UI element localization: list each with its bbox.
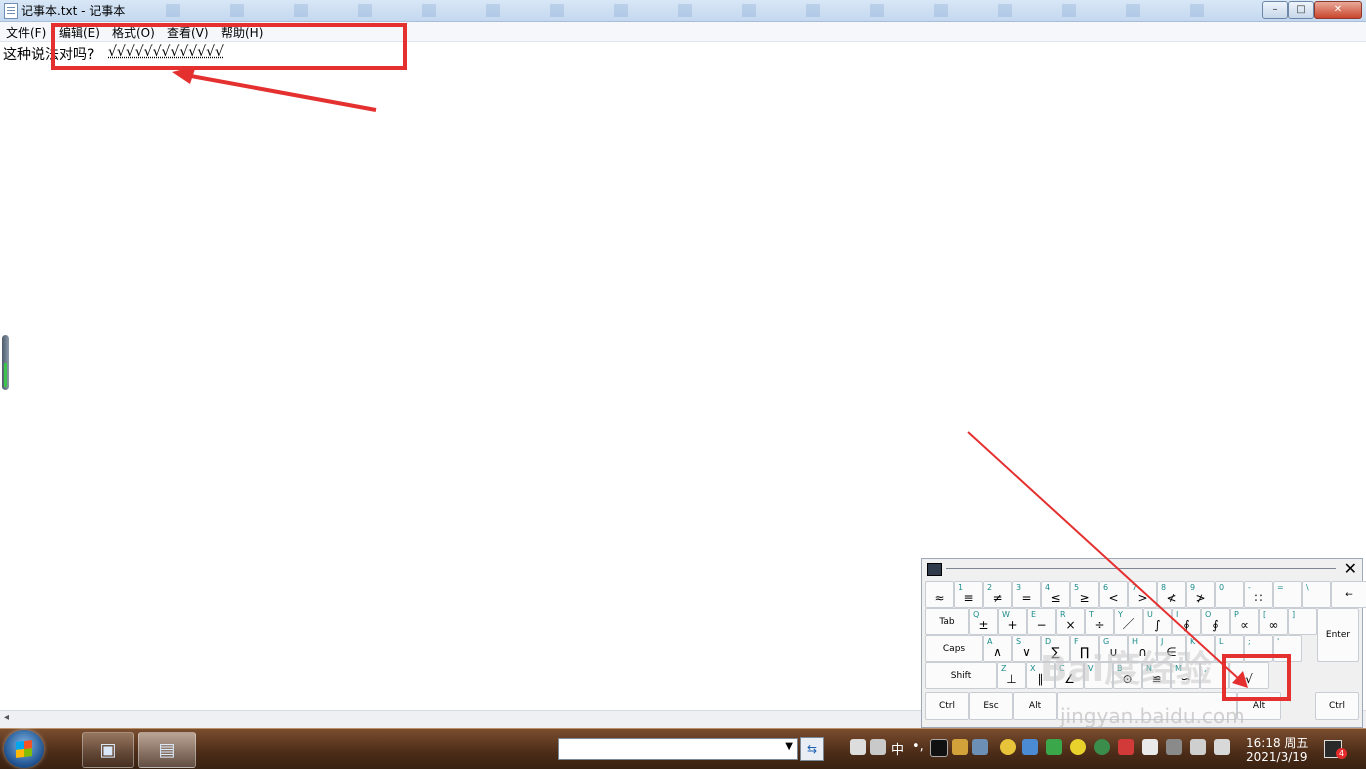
arrow-head-top	[172, 66, 196, 84]
security-shield-icon[interactable]	[1046, 739, 1062, 755]
windows-logo-icon	[16, 740, 32, 758]
notepad-taskbar-icon: ▤	[158, 739, 176, 761]
speaker-mute-icon[interactable]	[1118, 739, 1134, 755]
clock-date[interactable]: 2021/3/19	[1246, 750, 1308, 764]
ime-chinese-indicator[interactable]: 中	[891, 739, 904, 758]
monitor-icon: ▣	[99, 739, 117, 761]
ime-settings-icon[interactable]	[972, 739, 988, 755]
start-button[interactable]	[4, 730, 44, 768]
network-globe-icon[interactable]	[1094, 739, 1110, 755]
app-tray-icon[interactable]	[1022, 739, 1038, 755]
ime-toolbar-icon[interactable]	[850, 739, 866, 755]
taskbar-app-control-panel[interactable]: ▣	[82, 732, 134, 768]
ime-tool-icon[interactable]	[952, 739, 968, 755]
power-plug-icon[interactable]	[1166, 739, 1182, 755]
soft-keyboard-icon[interactable]	[930, 739, 948, 757]
action-center-flag-icon[interactable]	[1142, 739, 1158, 755]
volume-icon[interactable]	[1214, 739, 1230, 755]
add-icon[interactable]	[1070, 739, 1086, 755]
signal-bars-icon[interactable]	[1190, 739, 1206, 755]
notification-badge: 4	[1336, 748, 1347, 759]
go-button[interactable]: ⇆	[800, 737, 824, 761]
ime-mode-icon[interactable]	[870, 739, 886, 755]
address-input[interactable]: ▼	[558, 738, 798, 760]
annotation-arrows	[172, 66, 1248, 688]
clock-time[interactable]: 16:18 周五	[1246, 734, 1308, 751]
notification-icon[interactable]: 4	[1324, 740, 1347, 759]
qq-icon[interactable]	[1000, 739, 1016, 755]
arrow-line-bottom	[967, 431, 1241, 681]
taskbar: ▣ ▤ ▼ ⇆ 中 •, 16:18 周五 2021/3/19 4	[0, 728, 1366, 769]
dropdown-arrow-icon[interactable]: ▼	[785, 741, 793, 752]
arrow-line-top	[179, 72, 377, 112]
ime-punctuation-indicator[interactable]: •,	[912, 739, 924, 754]
taskbar-app-notepad[interactable]: ▤	[138, 732, 196, 768]
